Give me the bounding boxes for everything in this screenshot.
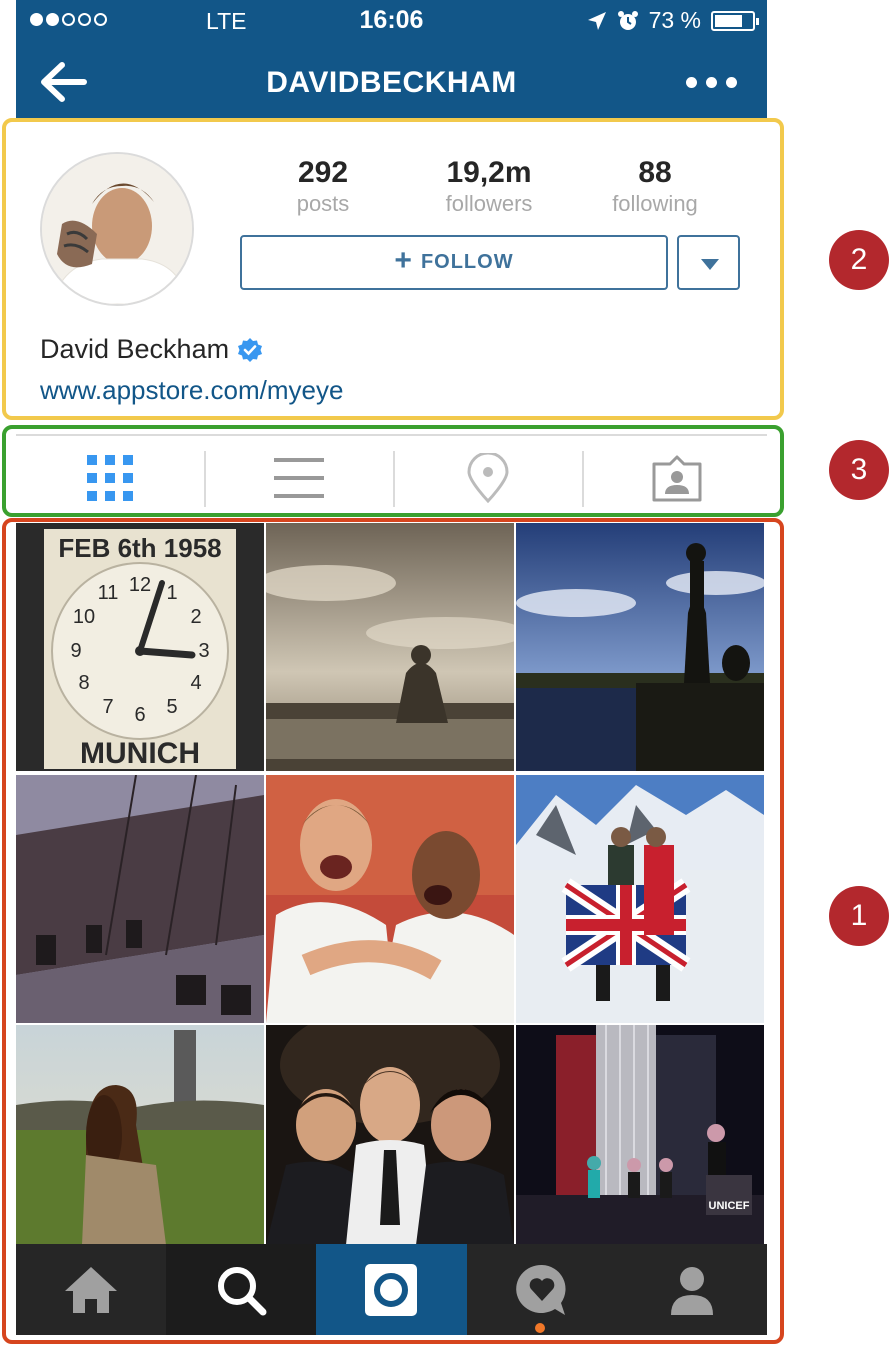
plus-icon: + <box>394 244 413 277</box>
tab-home[interactable] <box>16 1244 166 1335</box>
clock-city-text: MUNICH <box>80 737 200 770</box>
svg-text:12: 12 <box>129 574 151 596</box>
following-stat[interactable]: 88 following <box>575 156 735 217</box>
alarm-icon <box>617 10 638 30</box>
notification-dot <box>534 1323 545 1333</box>
photo-tile-football-celebration[interactable] <box>266 775 514 1023</box>
photo-tile-horse-parade[interactable] <box>16 775 264 1023</box>
svg-text:5: 5 <box>166 696 177 718</box>
photo-tile-sepia-lake[interactable] <box>266 523 514 771</box>
instagram-profile-screen: LTE 16:06 73 % DAVIDBECKHAM 292 posts 19… <box>16 0 767 1335</box>
profile-username-title: DAVIDBECKHAM <box>266 66 517 99</box>
grid-view-icon <box>87 455 133 501</box>
svg-text:11: 11 <box>98 582 119 604</box>
svg-text:4: 4 <box>190 672 201 694</box>
tagged-photos-icon <box>652 455 702 502</box>
followers-label: followers <box>445 191 533 216</box>
tab-list-view[interactable] <box>205 440 393 516</box>
tab-tagged-view[interactable] <box>583 440 767 516</box>
annotation-badge-3: 3 <box>829 440 889 500</box>
full-name-text: David Beckham <box>40 334 230 364</box>
home-icon <box>65 1266 118 1313</box>
svg-text:8: 8 <box>78 672 89 694</box>
navigation-bar: DAVIDBECKHAM <box>16 42 767 122</box>
follow-button-label: FOLLOW <box>420 251 514 273</box>
tabs-divider <box>16 434 767 436</box>
avatar[interactable] <box>40 152 194 306</box>
svg-text:10: 10 <box>73 606 95 628</box>
profile-website-link[interactable]: www.appstore.com/myeye <box>40 375 343 406</box>
annotation-badge-2: 2 <box>829 230 889 290</box>
camera-icon <box>365 1263 418 1316</box>
tab-location-view[interactable] <box>394 440 582 516</box>
tab-activity[interactable] <box>467 1244 617 1335</box>
unicef-sign-text: UNICEF <box>709 1200 750 1212</box>
search-icon <box>218 1266 267 1315</box>
following-count: 88 <box>638 156 672 189</box>
posts-stat: 292 posts <box>243 156 403 217</box>
follow-button[interactable]: + FOLLOW <box>240 235 668 290</box>
photo-tile-antarctica-flag[interactable] <box>516 775 764 1023</box>
svg-text:6: 6 <box>134 704 145 726</box>
battery-icon <box>711 10 759 31</box>
tab-profile[interactable] <box>617 1244 767 1335</box>
list-view-icon <box>274 458 324 498</box>
clock-date-text: FEB 6th 1958 <box>58 533 221 563</box>
photo-tile-munich-clock[interactable]: FEB 6th 1958 MUNICH 12 1 2 3 4 5 6 7 8 9… <box>16 523 264 771</box>
posts-count: 292 <box>297 156 349 189</box>
tab-grid-view[interactable] <box>16 440 204 516</box>
location-arrow-icon <box>587 11 606 30</box>
photo-tile-unicef-gala[interactable]: UNICEF <box>516 1025 764 1273</box>
status-bar: LTE 16:06 73 % <box>16 0 767 42</box>
battery-percentage: 73 % <box>648 7 701 33</box>
followers-count: 19,2m <box>446 156 532 189</box>
followers-stat[interactable]: 19,2m followers <box>409 156 569 217</box>
photo-tile-blue-lake[interactable] <box>516 523 764 771</box>
profile-icon <box>670 1266 713 1315</box>
activity-heart-icon <box>515 1264 566 1315</box>
location-pin-icon <box>467 453 509 503</box>
following-label: following <box>612 191 698 216</box>
more-dots-icon[interactable] <box>686 77 737 88</box>
tab-camera[interactable] <box>316 1244 467 1335</box>
tab-search[interactable] <box>166 1244 317 1335</box>
svg-text:1: 1 <box>166 582 177 604</box>
annotation-badge-1: 1 <box>829 886 889 946</box>
svg-text:9: 9 <box>70 640 81 662</box>
profile-full-name: David Beckham <box>40 334 263 365</box>
posts-label: posts <box>296 191 350 216</box>
bottom-tab-bar <box>16 1244 767 1335</box>
svg-text:3: 3 <box>198 640 209 662</box>
caret-down-icon <box>701 259 719 270</box>
photo-tile-group-portrait[interactable] <box>266 1025 514 1273</box>
svg-text:7: 7 <box>102 696 113 718</box>
suggested-users-dropdown-button[interactable] <box>677 235 740 290</box>
svg-text:2: 2 <box>190 606 201 628</box>
verified-badge-icon <box>238 337 263 362</box>
photo-tile-dog-park[interactable] <box>16 1025 264 1273</box>
